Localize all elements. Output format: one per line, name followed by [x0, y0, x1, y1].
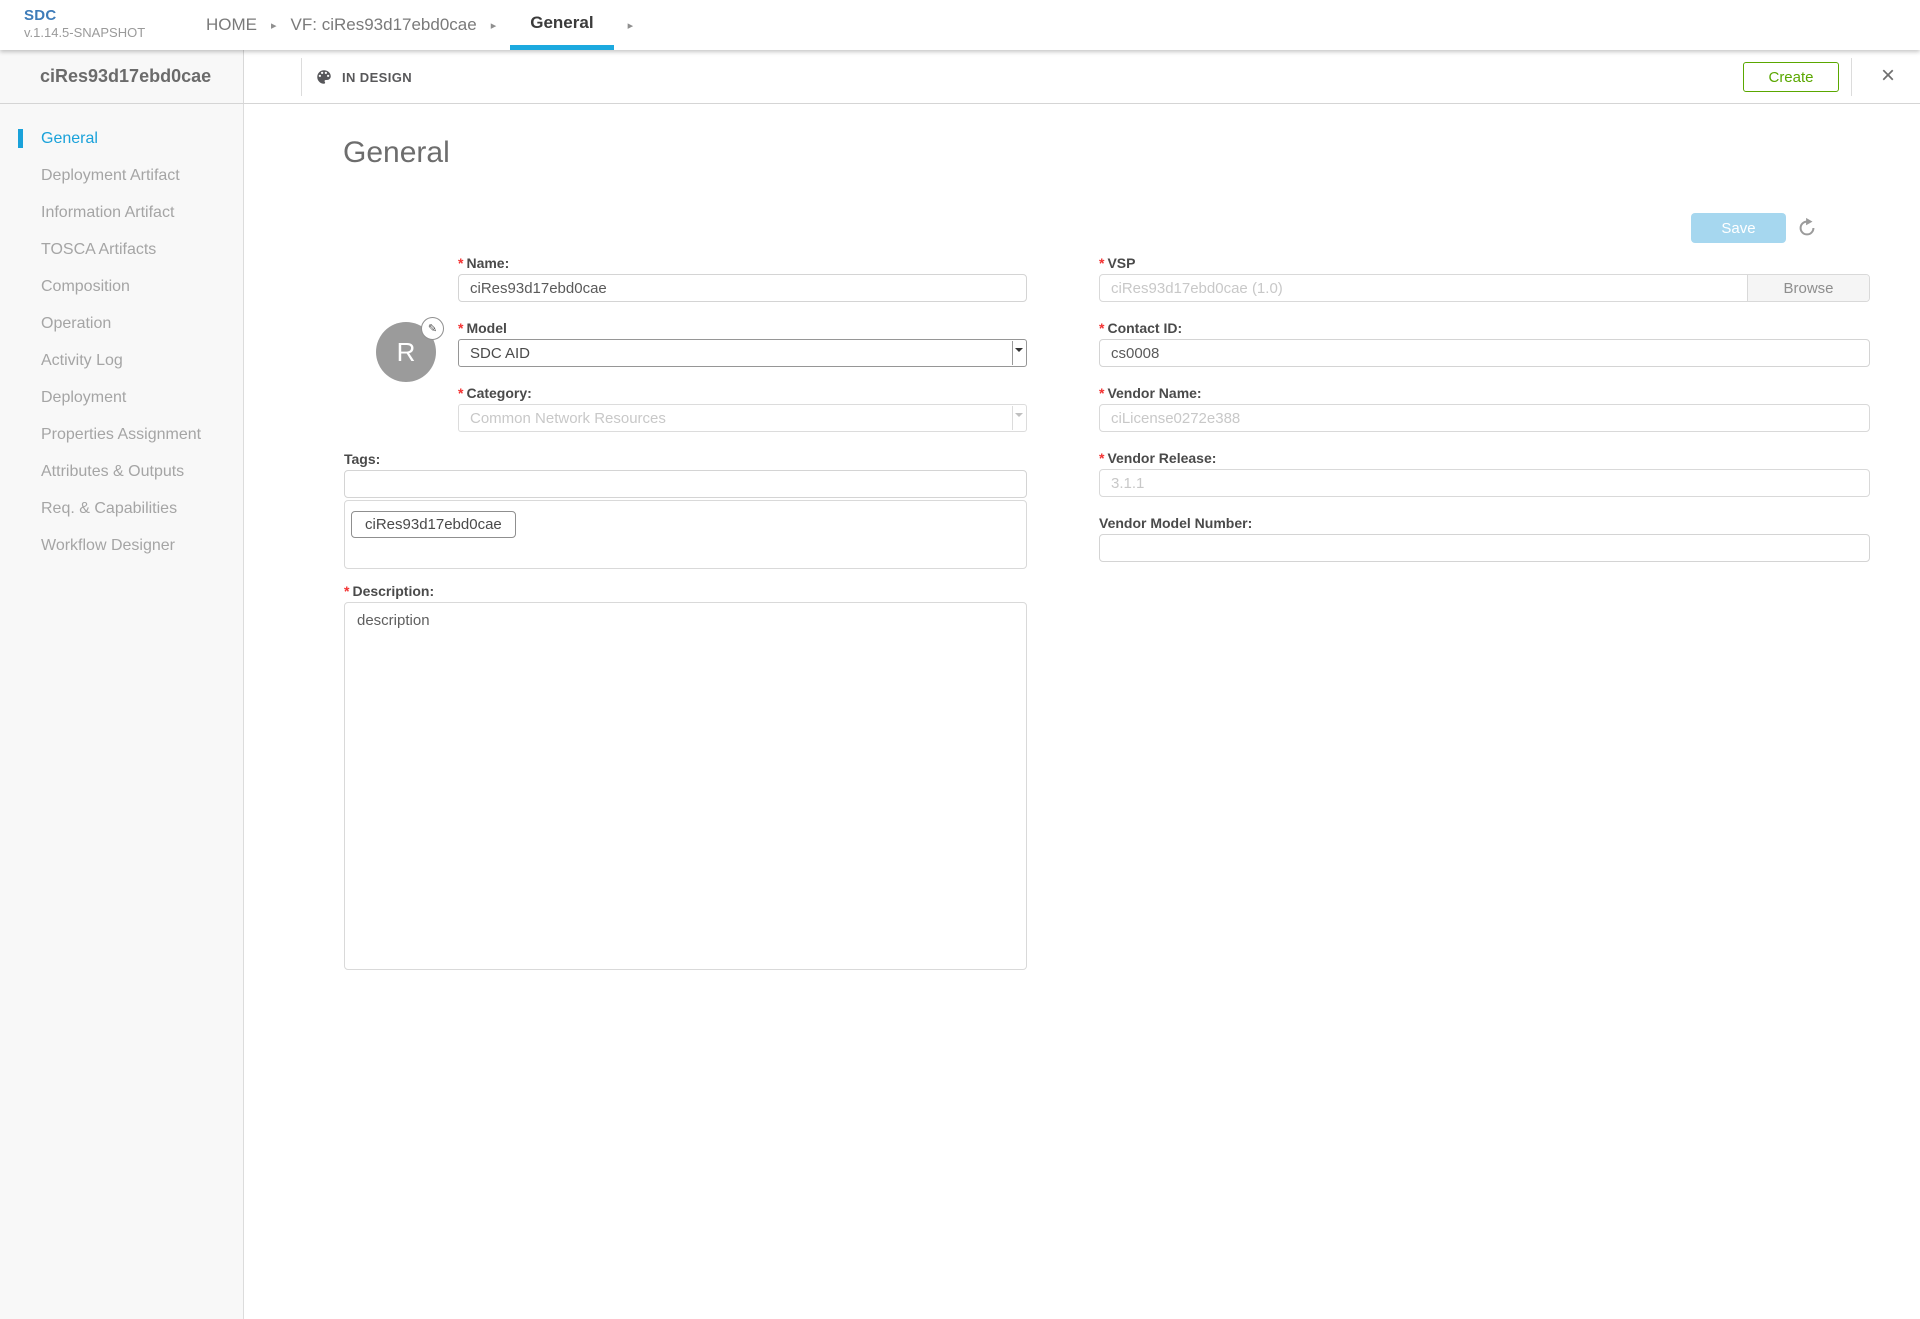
refresh-icon[interactable]: [1794, 216, 1820, 242]
chevron-down-icon: [1012, 406, 1025, 430]
description-label: *Description:: [344, 583, 1027, 599]
close-icon[interactable]: ×: [1872, 60, 1904, 92]
sidebar-item-information-artifact[interactable]: Information Artifact: [0, 194, 243, 231]
model-select[interactable]: SDC AID: [458, 339, 1027, 367]
category-field-group: *Category: Common Network Resources: [458, 385, 1027, 432]
sidebar-item-deployment-artifact[interactable]: Deployment Artifact: [0, 157, 243, 194]
contact-id-input[interactable]: [1099, 339, 1870, 367]
required-marker: *: [458, 255, 463, 271]
top-bar: SDC v.1.14.5-SNAPSHOT HOME ▸ VF: ciRes93…: [0, 0, 1920, 50]
chevron-down-icon: [1012, 341, 1025, 365]
save-button[interactable]: Save: [1691, 213, 1786, 243]
vsp-value: ciRes93d17ebd0cae (1.0): [1100, 280, 1747, 297]
sidebar-nav: General Deployment Artifact Information …: [0, 104, 244, 1319]
breadcrumb: HOME ▸ VF: ciRes93d17ebd0cae ▸ General ▸: [206, 0, 647, 50]
breadcrumb-vf[interactable]: VF: ciRes93d17ebd0cae: [291, 0, 477, 50]
tags-field-group: Tags:: [344, 451, 1027, 498]
sidebar-item-general[interactable]: General: [0, 120, 243, 157]
breadcrumb-general-active[interactable]: General: [510, 0, 613, 50]
sidebar-item-operation[interactable]: Operation: [0, 305, 243, 342]
header-divider: [1851, 58, 1852, 96]
required-marker: *: [1099, 255, 1104, 271]
vendor-name-input: [1099, 404, 1870, 432]
category-selected-value: Common Network Resources: [470, 410, 666, 427]
contact-id-label: *Contact ID:: [1099, 320, 1870, 336]
sidebar-item-req-capabilities[interactable]: Req. & Capabilities: [0, 490, 243, 527]
contact-id-field-group: *Contact ID:: [1099, 320, 1870, 367]
app-version: v.1.14.5-SNAPSHOT: [24, 25, 145, 40]
lifecycle-status: IN DESIGN: [315, 50, 412, 104]
model-label: *Model: [458, 320, 1027, 336]
name-field-group: *Name:: [458, 255, 1027, 302]
breadcrumb-arrow-icon: ▸: [491, 0, 497, 50]
header-divider: [301, 58, 302, 96]
sidebar-item-composition[interactable]: Composition: [0, 268, 243, 305]
model-field-group: *Model SDC AID: [458, 320, 1027, 367]
page-title: General: [343, 136, 450, 170]
sidebar-item-tosca-artifacts[interactable]: TOSCA Artifacts: [0, 231, 243, 268]
breadcrumb-home[interactable]: HOME: [206, 0, 257, 50]
browse-button[interactable]: Browse: [1747, 275, 1869, 301]
vendor-name-field-group: *Vendor Name:: [1099, 385, 1870, 432]
required-marker: *: [458, 320, 463, 336]
tags-label: Tags:: [344, 451, 1027, 467]
category-label: *Category:: [458, 385, 1027, 401]
sidebar-item-activity-log[interactable]: Activity Log: [0, 342, 243, 379]
status-badge: IN DESIGN: [342, 70, 412, 85]
sidebar-item-properties-assignment[interactable]: Properties Assignment: [0, 416, 243, 453]
description-field-group: *Description: description: [344, 583, 1027, 970]
general-form-section: General Save R ✎ *Name: *Model SDC AID *…: [244, 104, 1920, 1319]
sidebar-item-attributes-outputs[interactable]: Attributes & Outputs: [0, 453, 243, 490]
tag-chip[interactable]: ciRes93d17ebd0cae: [351, 511, 516, 538]
required-marker: *: [1099, 385, 1104, 401]
vsp-field-group: *VSP ciRes93d17ebd0cae (1.0) Browse: [1099, 255, 1870, 302]
tags-input[interactable]: [344, 470, 1027, 498]
workspace-header: IN DESIGN Create ×: [244, 50, 1920, 104]
category-select: Common Network Resources: [458, 404, 1027, 432]
sidebar-item-deployment[interactable]: Deployment: [0, 379, 243, 416]
edit-avatar-icon[interactable]: ✎: [421, 317, 444, 340]
vendor-release-label: *Vendor Release:: [1099, 450, 1870, 466]
resource-header: ciRes93d17ebd0cae: [0, 50, 244, 104]
vendor-model-number-input[interactable]: [1099, 534, 1870, 562]
required-marker: *: [344, 583, 349, 599]
required-marker: *: [1099, 450, 1104, 466]
palette-icon: [315, 68, 333, 86]
create-button[interactable]: Create: [1743, 62, 1839, 92]
vendor-name-label: *Vendor Name:: [1099, 385, 1870, 401]
app-title: SDC: [24, 7, 145, 24]
name-label: *Name:: [458, 255, 1027, 271]
description-textarea[interactable]: description: [344, 602, 1027, 970]
avatar-letter: R: [397, 337, 416, 368]
sidebar-item-workflow-designer[interactable]: Workflow Designer: [0, 527, 243, 564]
vendor-model-number-field-group: Vendor Model Number:: [1099, 515, 1870, 562]
name-input[interactable]: [458, 274, 1027, 302]
vendor-model-number-label: Vendor Model Number:: [1099, 515, 1870, 531]
required-marker: *: [1099, 320, 1104, 336]
tags-chips-container: ciRes93d17ebd0cae: [344, 500, 1027, 569]
breadcrumb-arrow-icon: ▸: [271, 0, 277, 50]
vendor-release-field-group: *Vendor Release:: [1099, 450, 1870, 497]
vendor-release-input: [1099, 469, 1870, 497]
breadcrumb-arrow-icon: ▸: [628, 0, 634, 50]
vsp-input-group: ciRes93d17ebd0cae (1.0) Browse: [1099, 274, 1870, 302]
required-marker: *: [458, 385, 463, 401]
app-logo: SDC v.1.14.5-SNAPSHOT: [24, 7, 145, 40]
model-selected-value: SDC AID: [470, 345, 530, 362]
resource-title: ciRes93d17ebd0cae: [40, 66, 211, 87]
vsp-label: *VSP: [1099, 255, 1870, 271]
